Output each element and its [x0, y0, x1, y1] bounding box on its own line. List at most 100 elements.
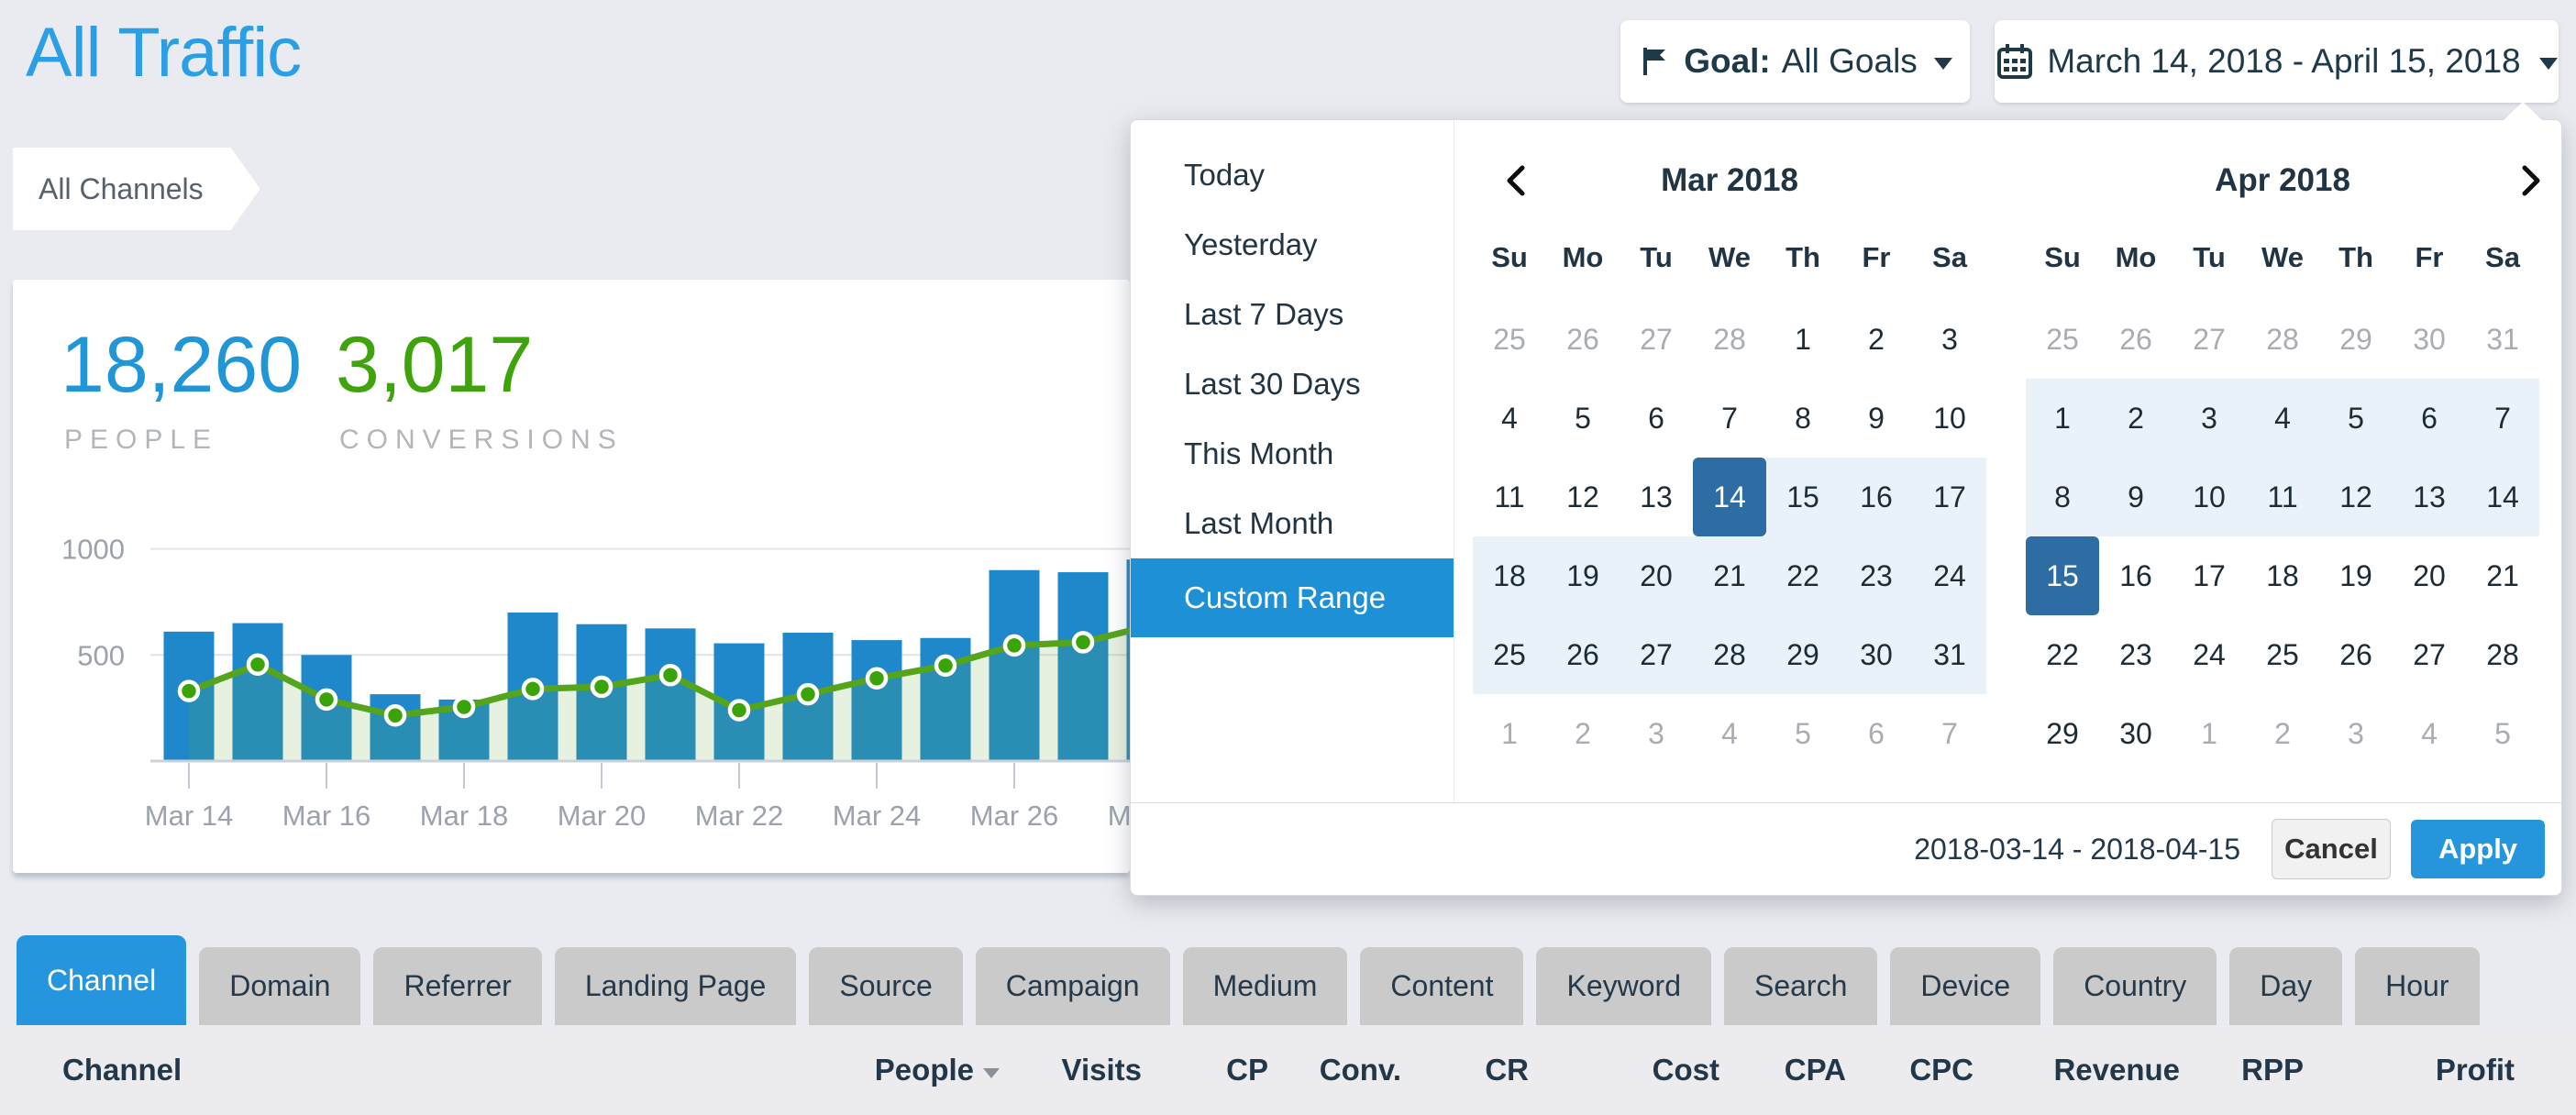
column-header-cp[interactable]: CP: [1226, 1025, 1268, 1115]
apply-button[interactable]: Apply: [2411, 820, 2545, 878]
day-cell-6[interactable]: 6: [1620, 379, 1693, 458]
tab-campaign[interactable]: Campaign: [976, 947, 1170, 1025]
quick-range-custom-range[interactable]: Custom Range: [1131, 558, 1454, 637]
day-cell-10[interactable]: 10: [2172, 458, 2246, 536]
day-cell-12[interactable]: 12: [2319, 458, 2393, 536]
tab-day[interactable]: Day: [2229, 947, 2342, 1025]
column-header-channel[interactable]: Channel: [62, 1025, 182, 1115]
day-cell-28[interactable]: 28: [1693, 615, 1766, 694]
day-cell-5[interactable]: 5: [1546, 379, 1620, 458]
quick-range-yesterday[interactable]: Yesterday: [1131, 210, 1454, 280]
day-cell-20[interactable]: 20: [1620, 536, 1693, 615]
quick-range-last-30-days[interactable]: Last 30 Days: [1131, 349, 1454, 419]
day-cell-4[interactable]: 4: [1693, 694, 1766, 773]
day-cell-28[interactable]: 28: [2466, 615, 2539, 694]
cancel-button[interactable]: Cancel: [2272, 819, 2391, 879]
tab-hour[interactable]: Hour: [2355, 947, 2479, 1025]
day-cell-31[interactable]: 31: [2466, 300, 2539, 379]
day-cell-30[interactable]: 30: [2393, 300, 2466, 379]
column-header-people[interactable]: People: [875, 1025, 1000, 1115]
conversions-point-mar-21[interactable]: [661, 666, 680, 684]
day-cell-31[interactable]: 31: [1913, 615, 1986, 694]
day-cell-18[interactable]: 18: [1473, 536, 1546, 615]
day-cell-26[interactable]: 26: [2319, 615, 2393, 694]
day-cell-15[interactable]: 15: [1766, 458, 1840, 536]
day-cell-26[interactable]: 26: [2099, 300, 2172, 379]
day-cell-24[interactable]: 24: [2172, 615, 2246, 694]
day-cell-8[interactable]: 8: [1766, 379, 1840, 458]
tab-country[interactable]: Country: [2053, 947, 2217, 1025]
day-cell-20[interactable]: 20: [2393, 536, 2466, 615]
quick-range-last-month[interactable]: Last Month: [1131, 489, 1454, 558]
day-cell-22[interactable]: 22: [2026, 615, 2099, 694]
conversions-point-mar-27[interactable]: [1074, 633, 1092, 651]
day-cell-18[interactable]: 18: [2246, 536, 2319, 615]
conversions-point-mar-16[interactable]: [317, 690, 336, 709]
day-cell-27[interactable]: 27: [2393, 615, 2466, 694]
day-cell-7[interactable]: 7: [1693, 379, 1766, 458]
day-cell-26[interactable]: 26: [1546, 300, 1620, 379]
breadcrumb-channel-filter[interactable]: All Channels: [13, 148, 260, 230]
day-cell-5[interactable]: 5: [1766, 694, 1840, 773]
day-cell-19[interactable]: 19: [1546, 536, 1620, 615]
day-cell-29[interactable]: 29: [2319, 300, 2393, 379]
conversions-point-mar-24[interactable]: [868, 669, 886, 688]
column-header-cpa[interactable]: CPA: [1785, 1025, 1846, 1115]
day-cell-30[interactable]: 30: [2099, 694, 2172, 773]
conversions-point-mar-25[interactable]: [936, 657, 955, 675]
day-cell-3[interactable]: 3: [2172, 379, 2246, 458]
column-header-visits[interactable]: Visits: [1062, 1025, 1142, 1115]
day-cell-3[interactable]: 3: [1913, 300, 1986, 379]
day-cell-24[interactable]: 24: [1913, 536, 1986, 615]
day-cell-13[interactable]: 13: [1620, 458, 1693, 536]
day-cell-25[interactable]: 25: [1473, 300, 1546, 379]
day-cell-2[interactable]: 2: [1840, 300, 1913, 379]
conversions-point-mar-20[interactable]: [592, 678, 611, 696]
day-cell-19[interactable]: 19: [2319, 536, 2393, 615]
tab-content[interactable]: Content: [1360, 947, 1523, 1025]
tab-source[interactable]: Source: [809, 947, 962, 1025]
day-cell-8[interactable]: 8: [2026, 458, 2099, 536]
quick-range-today[interactable]: Today: [1131, 140, 1454, 210]
conversions-point-mar-17[interactable]: [386, 706, 404, 724]
tab-referrer[interactable]: Referrer: [373, 947, 541, 1025]
day-cell-28[interactable]: 28: [2246, 300, 2319, 379]
day-cell-3[interactable]: 3: [2319, 694, 2393, 773]
day-cell-9[interactable]: 9: [1840, 379, 1913, 458]
day-cell-17[interactable]: 17: [2172, 536, 2246, 615]
column-header-profit[interactable]: Profit: [2436, 1025, 2515, 1115]
column-header-rpp[interactable]: RPP: [2241, 1025, 2304, 1115]
day-cell-9[interactable]: 9: [2099, 458, 2172, 536]
quick-range-last-7-days[interactable]: Last 7 Days: [1131, 280, 1454, 349]
tab-medium[interactable]: Medium: [1183, 947, 1348, 1025]
day-cell-15-selected[interactable]: 15: [2026, 536, 2099, 615]
tab-device[interactable]: Device: [1890, 947, 2040, 1025]
day-cell-22[interactable]: 22: [1766, 536, 1840, 615]
day-cell-30[interactable]: 30: [1840, 615, 1913, 694]
day-cell-28[interactable]: 28: [1693, 300, 1766, 379]
conversions-point-mar-26[interactable]: [1005, 636, 1023, 655]
day-cell-3[interactable]: 3: [1620, 694, 1693, 773]
tab-keyword[interactable]: Keyword: [1536, 947, 1711, 1025]
day-cell-21[interactable]: 21: [1693, 536, 1766, 615]
day-cell-4[interactable]: 4: [2393, 694, 2466, 773]
day-cell-7[interactable]: 7: [2466, 379, 2539, 458]
day-cell-5[interactable]: 5: [2466, 694, 2539, 773]
column-header-cpc[interactable]: CPC: [1909, 1025, 1973, 1115]
day-cell-11[interactable]: 11: [2246, 458, 2319, 536]
date-range-button[interactable]: March 14, 2018 - April 15, 2018: [1995, 20, 2559, 103]
day-cell-23[interactable]: 23: [1840, 536, 1913, 615]
column-header-revenue[interactable]: Revenue: [2053, 1025, 2180, 1115]
day-cell-14[interactable]: 14: [2466, 458, 2539, 536]
column-header-conv[interactable]: Conv.: [1320, 1025, 1401, 1115]
column-header-cr[interactable]: CR: [1485, 1025, 1529, 1115]
conversions-point-mar-14[interactable]: [180, 682, 198, 701]
day-cell-2[interactable]: 2: [1546, 694, 1620, 773]
day-cell-25[interactable]: 25: [1473, 615, 1546, 694]
traffic-bar-line-chart[interactable]: 5001000Mar 14Mar 16Mar 18Mar 20Mar 22Mar…: [13, 513, 1130, 873]
goal-selector-button[interactable]: Goal: All Goals: [1620, 20, 1970, 103]
day-cell-29[interactable]: 29: [1766, 615, 1840, 694]
day-cell-21[interactable]: 21: [2466, 536, 2539, 615]
conversions-point-mar-22[interactable]: [730, 701, 748, 719]
day-cell-27[interactable]: 27: [1620, 615, 1693, 694]
